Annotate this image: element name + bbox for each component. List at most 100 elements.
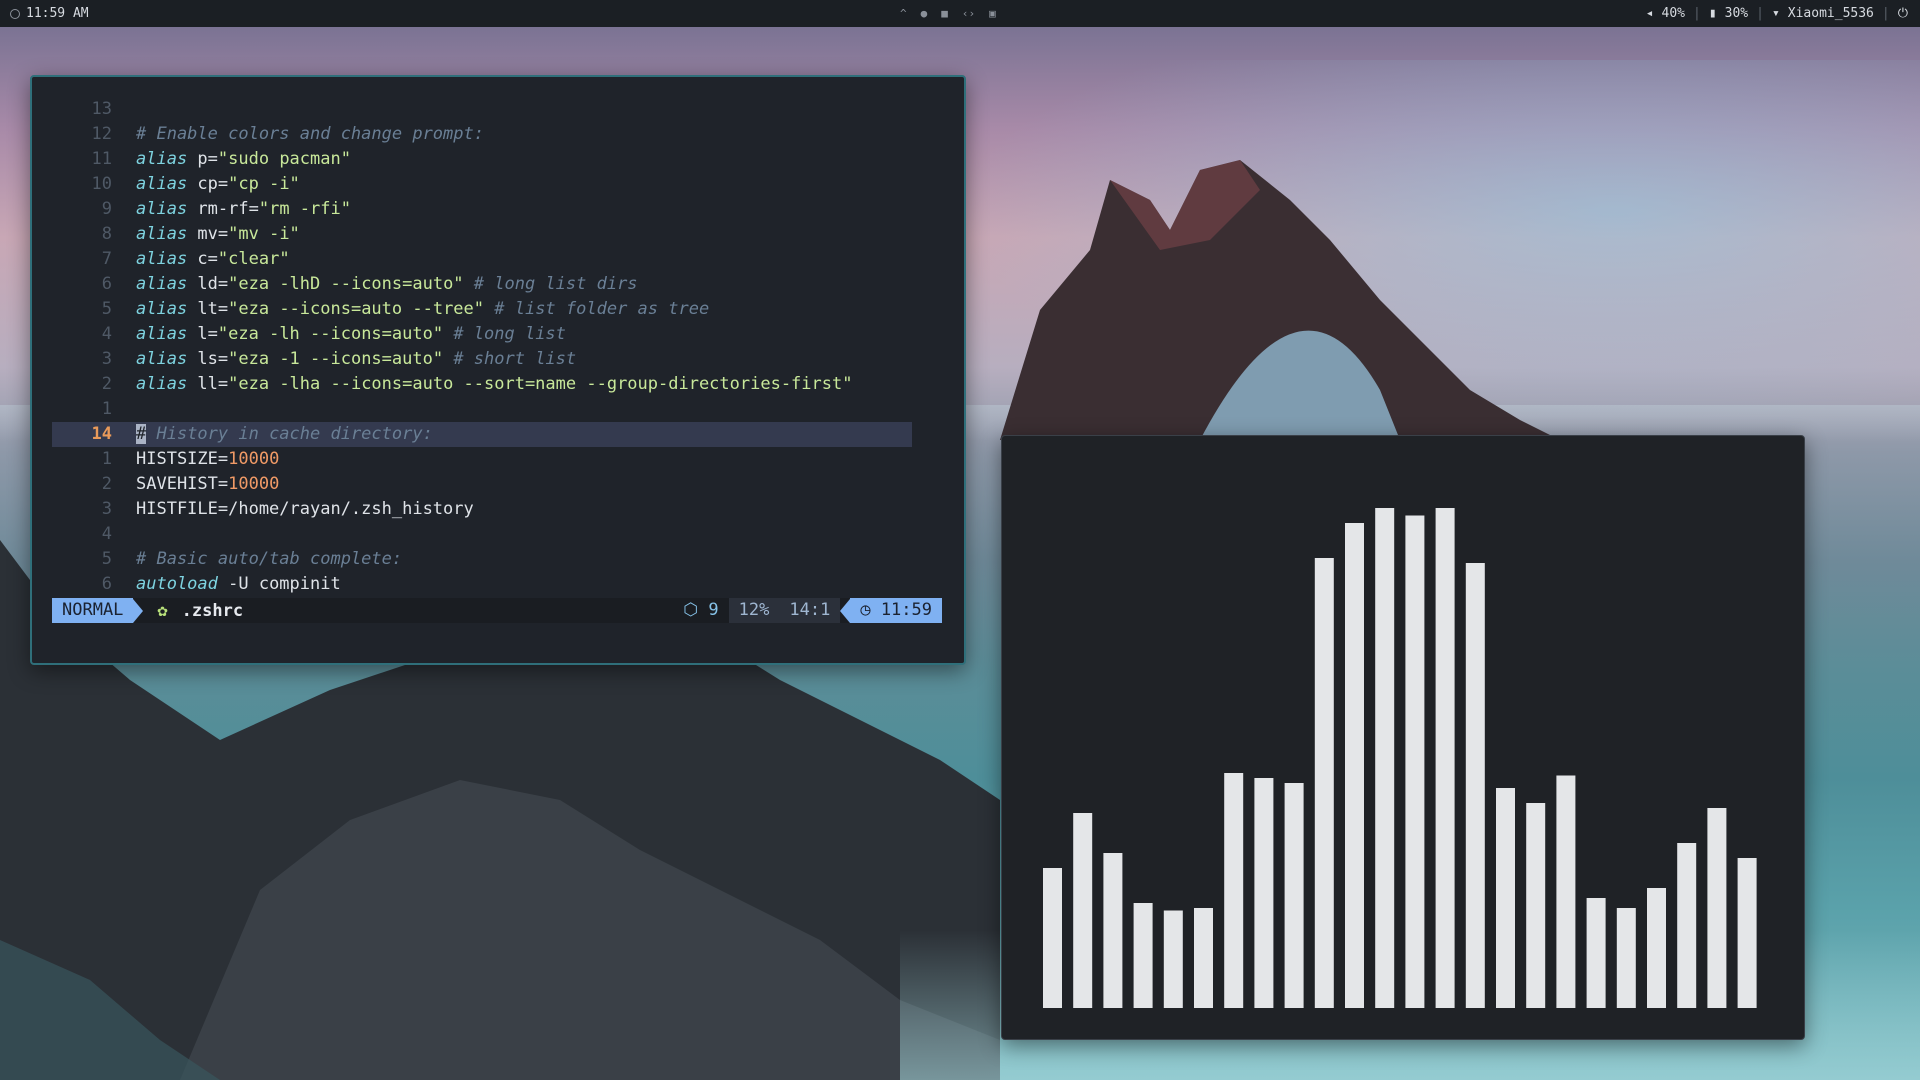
line-number: 5	[101, 299, 112, 319]
line-number: 1	[101, 449, 112, 469]
code-line[interactable]: 5 # Basic auto/tab complete:	[52, 547, 942, 572]
visualizer-bars	[1043, 508, 1757, 1008]
code-token: alias	[136, 324, 188, 344]
visualizer-bar	[1586, 898, 1606, 1008]
code-line[interactable]: 9 alias rm-rf="rm -rfi"	[52, 197, 942, 222]
code-token: lt=	[187, 299, 229, 319]
code-token: SAVEHIST=	[136, 474, 229, 494]
code-token: -U compinit	[217, 574, 341, 594]
separator: |	[1756, 6, 1764, 21]
clock-icon: ◷	[860, 600, 871, 620]
power-icon[interactable]: ⏻	[1898, 6, 1908, 21]
audio-visualizer-window[interactable]	[1001, 435, 1805, 1040]
chevron-up-icon[interactable]: ^	[900, 7, 907, 20]
code-token: HISTSIZE=	[136, 449, 229, 469]
wifi-icon[interactable]: ▾	[1772, 6, 1780, 21]
code-token: mv=	[187, 224, 229, 244]
code-line[interactable]: 4 alias l="eza -lh --icons=auto" # long l…	[52, 322, 942, 347]
line-number: 8	[101, 224, 112, 244]
line-text: HISTSIZE=10000	[136, 447, 279, 472]
code-token: ld=	[187, 274, 229, 294]
code-token: c=	[187, 249, 218, 269]
line-number: 11	[91, 149, 112, 169]
line-number: 5	[101, 549, 112, 569]
gear-icon: ✿	[157, 600, 168, 621]
code-buffer[interactable]: 13 12 # Enable colors and change prompt: 11…	[52, 97, 942, 597]
mode-separator	[133, 598, 144, 623]
clock-time: 11:59 AM	[26, 6, 89, 21]
code-line[interactable]: 1	[52, 397, 942, 422]
line-text: alias mv="mv -i"	[136, 222, 300, 247]
visualizer-bar	[1465, 563, 1485, 1008]
line-text: alias ld="eza -lhD --icons=auto" # long …	[136, 272, 638, 297]
code-token: alias	[136, 349, 188, 369]
statusline-clock: ◷ 11:59	[850, 598, 942, 623]
line-text: alias rm-rf="rm -rfi"	[136, 197, 351, 222]
clock-widget[interactable]: 11:59 AM	[10, 0, 89, 27]
visualizer-bar	[1133, 903, 1153, 1008]
code-token: #	[136, 424, 147, 444]
statusline-right: ⬡ 9 12% 14:1 ◷ 11:59	[673, 598, 942, 623]
code-line[interactable]: 12 # Enable colors and change prompt:	[52, 122, 942, 147]
code-line[interactable]: 3 alias ls="eza -1 --icons=auto" # short …	[52, 347, 942, 372]
line-text: alias c="clear"	[136, 247, 290, 272]
visualizer-bar	[1224, 773, 1244, 1008]
line-text: alias lt="eza --icons=auto --tree" # lis…	[136, 297, 709, 322]
line-number: 3	[101, 349, 112, 369]
neovim-window[interactable]: 13 12 # Enable colors and change prompt: 11…	[30, 75, 966, 665]
battery-icon[interactable]: ▮	[1709, 6, 1717, 21]
window-icon[interactable]: ▣	[989, 7, 996, 20]
volume-icon[interactable]: ◂	[1646, 6, 1654, 21]
code-line[interactable]: 6 alias ld="eza -lhD --icons=auto" # long…	[52, 272, 942, 297]
workspace-dot-icon[interactable]: ●	[921, 7, 928, 20]
code-token: p=	[187, 149, 218, 169]
line-number: 4	[101, 324, 112, 344]
code-line[interactable]: 13	[52, 97, 942, 122]
code-line[interactable]: 6 autoload -U compinit	[52, 572, 942, 597]
code-line[interactable]: 14 # History in cache directory:	[52, 422, 912, 447]
plugin-count: ⬡ 9	[673, 598, 728, 623]
code-token: alias	[136, 249, 188, 269]
line-number: 4	[101, 524, 112, 544]
visualizer-bar	[1496, 788, 1515, 1008]
visualizer-bar	[1284, 783, 1304, 1008]
code-line[interactable]: 7 alias c="clear"	[52, 247, 942, 272]
clock-icon	[10, 8, 20, 19]
code-token: "mv -i"	[228, 224, 300, 244]
line-text: # Basic auto/tab complete:	[136, 547, 402, 572]
system-tray: ◂ 40% | ▮ 30% | ▾ Xiaomi_5536 | ⏻	[1646, 0, 1908, 27]
visualizer-bar	[1616, 908, 1636, 1008]
line-number: 14	[91, 424, 112, 444]
wifi-network[interactable]: Xiaomi_5536	[1788, 6, 1874, 21]
visualizer-bar	[1556, 775, 1576, 1008]
code-token: # long list dirs	[463, 274, 638, 294]
line-number: 7	[101, 249, 112, 269]
code-line[interactable]: 4	[52, 522, 942, 547]
package-icon: ⬡	[683, 600, 699, 620]
line-text: alias ll="eza -lha --icons=auto --sort=n…	[136, 372, 852, 397]
code-line[interactable]: 5 alias lt="eza --icons=auto --tree" # li…	[52, 297, 942, 322]
cursor-position: 14:1	[779, 598, 841, 623]
code-line[interactable]: 8 alias mv="mv -i"	[52, 222, 942, 247]
code-line[interactable]: 2 SAVEHIST=10000	[52, 472, 942, 497]
visualizer-bar	[1435, 508, 1455, 1008]
separator: |	[1881, 6, 1890, 21]
code-icon[interactable]: ‹›	[962, 7, 975, 20]
visualizer-bar	[1314, 558, 1334, 1008]
code-line[interactable]: 1 HISTSIZE=10000	[52, 447, 942, 472]
code-line[interactable]: 10 alias cp="cp -i"	[52, 172, 942, 197]
visualizer-bar	[1405, 515, 1425, 1008]
chat-icon[interactable]: ■	[941, 7, 948, 20]
time-separator	[840, 598, 851, 623]
visualizer-bar	[1254, 778, 1274, 1008]
code-line[interactable]: 11 alias p="sudo pacman"	[52, 147, 942, 172]
code-line[interactable]: 2 alias ll="eza -lha --icons=auto --sort=…	[52, 372, 942, 397]
visualizer-bar	[1526, 803, 1546, 1008]
line-number: 2	[101, 474, 112, 494]
line-text: alias l="eza -lh --icons=auto" # long li…	[136, 322, 566, 347]
code-token: "eza -1 --icons=auto"	[228, 349, 444, 369]
plugin-count-value: 9	[708, 600, 719, 620]
line-number: 6	[101, 274, 112, 294]
code-line[interactable]: 3 HISTFILE=/home/rayan/.zsh_history	[52, 497, 942, 522]
visualizer-bar	[1375, 508, 1395, 1008]
